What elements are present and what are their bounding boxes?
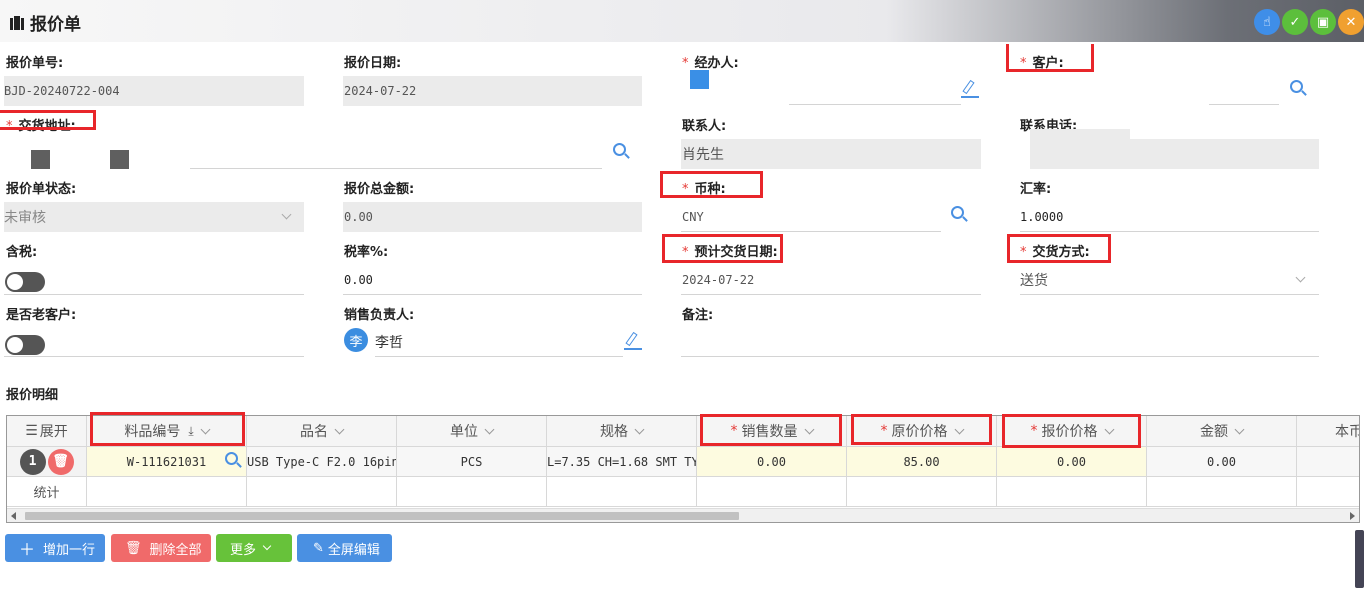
summary-cell bbox=[397, 477, 547, 507]
highlight-delivery-address bbox=[0, 110, 96, 130]
handler-avatar-block bbox=[690, 70, 709, 89]
summary-label: 统计 bbox=[7, 477, 87, 507]
highlight-expected-date bbox=[662, 234, 783, 263]
summary-cell bbox=[247, 477, 397, 507]
expected-date-input[interactable]: 2024-07-22 bbox=[681, 265, 981, 295]
horizontal-scrollbar[interactable] bbox=[7, 508, 1359, 522]
cell-qty[interactable]: 0.00 bbox=[697, 447, 847, 477]
column-header-spec[interactable]: 规格 bbox=[547, 416, 697, 447]
currency-search-icon[interactable] bbox=[951, 206, 968, 222]
row-actions: 1 🗑 bbox=[7, 447, 87, 477]
contact-field: 肖先生 bbox=[681, 139, 981, 169]
currency-input[interactable]: CNY bbox=[681, 202, 941, 232]
edit-icon: ✎ bbox=[313, 540, 324, 556]
page-title: 报价单 bbox=[10, 10, 81, 35]
summary-cell bbox=[547, 477, 697, 507]
cell-spec: L=7.35 CH=1.68 SMT TYPE bbox=[547, 447, 697, 477]
quote-no-label: 报价单号: bbox=[6, 56, 64, 71]
handler-input[interactable] bbox=[789, 75, 961, 105]
trash-icon: 🗑 bbox=[125, 540, 142, 556]
phone-field bbox=[1030, 139, 1319, 169]
summary-cell bbox=[997, 477, 1147, 507]
remark-input[interactable] bbox=[681, 327, 1319, 357]
status-label: 报价单状态: bbox=[6, 182, 77, 197]
column-header-expand[interactable]: ☰ 展开 bbox=[7, 416, 87, 447]
customer-search-icon[interactable] bbox=[1290, 80, 1307, 96]
handler-label: * 经办人: bbox=[682, 56, 739, 71]
detail-section-title: 报价明细 bbox=[6, 388, 59, 403]
scroll-left-icon[interactable] bbox=[11, 512, 16, 520]
quote-no-field: BJD-20240722-004 bbox=[4, 76, 304, 106]
salesperson-avatar: 李 bbox=[344, 328, 368, 352]
highlight-orig-price-column bbox=[851, 414, 992, 445]
tax-included-label: 含税: bbox=[6, 245, 38, 260]
close-icon[interactable]: ✕ bbox=[1338, 9, 1364, 35]
summary-cell bbox=[1297, 477, 1359, 507]
check-icon[interactable]: ✓ bbox=[1282, 9, 1308, 35]
customer-input[interactable] bbox=[1209, 75, 1279, 105]
quote-date-label: 报价日期: bbox=[344, 56, 402, 71]
salesperson-label: 销售负责人: bbox=[344, 308, 415, 323]
column-header-amount[interactable]: 金额 bbox=[1147, 416, 1297, 447]
summary-cell bbox=[847, 477, 997, 507]
cell-local-currency bbox=[1297, 447, 1359, 477]
pencil-icon[interactable] bbox=[624, 331, 642, 350]
plus-icon: ＋ bbox=[19, 540, 36, 559]
phone-redaction bbox=[1030, 129, 1130, 139]
cell-name: USB Type-C F2.0 16pin bbox=[247, 447, 397, 477]
fullscreen-edit-button[interactable]: ✎ 全屏编辑 bbox=[297, 534, 392, 562]
address-search-icon[interactable] bbox=[613, 143, 630, 159]
cell-unit: PCS bbox=[397, 447, 547, 477]
summary-cell bbox=[697, 477, 847, 507]
quote-date-field: 2024-07-22 bbox=[343, 76, 642, 106]
delete-all-button[interactable]: 🗑 删除全部 bbox=[111, 534, 211, 562]
highlight-qty-column bbox=[700, 414, 842, 446]
chevron-down-icon bbox=[262, 541, 272, 551]
more-button[interactable]: 更多 bbox=[216, 534, 292, 562]
contact-label: 联系人: bbox=[682, 119, 727, 134]
cell-item-no[interactable]: W-111621031 bbox=[87, 447, 247, 477]
status-select[interactable]: 未审核 bbox=[4, 202, 304, 232]
highlight-currency bbox=[660, 171, 763, 198]
old-customer-label: 是否老客户: bbox=[6, 308, 77, 323]
exchange-rate-label: 汇率: bbox=[1020, 182, 1052, 197]
summary-cell bbox=[1147, 477, 1297, 507]
total-amount-field: 0.00 bbox=[343, 202, 642, 232]
side-handle[interactable] bbox=[1355, 530, 1364, 588]
salesperson-input[interactable]: 李哲 bbox=[375, 327, 623, 357]
book-icon bbox=[10, 15, 24, 30]
exchange-rate-input[interactable]: 1.0000 bbox=[1020, 202, 1319, 232]
pencil-icon[interactable] bbox=[961, 79, 979, 98]
old-customer-underline bbox=[4, 327, 304, 357]
delivery-method-select[interactable]: 送货 bbox=[1020, 265, 1319, 295]
cell-amount: 0.00 bbox=[1147, 447, 1297, 477]
tax-rate-input[interactable]: 0.00 bbox=[343, 265, 642, 295]
highlight-quote-price-column bbox=[1002, 414, 1141, 448]
scroll-right-icon[interactable] bbox=[1350, 512, 1355, 520]
highlight-customer bbox=[1006, 44, 1094, 72]
pointer-icon[interactable]: ☝ bbox=[1254, 9, 1280, 35]
row-index-badge: 1 bbox=[19, 448, 46, 475]
column-header-local-currency[interactable]: 本币 bbox=[1297, 416, 1359, 447]
delete-row-icon[interactable]: 🗑 bbox=[47, 448, 74, 475]
scrollbar-thumb[interactable] bbox=[25, 512, 739, 520]
item-search-icon[interactable] bbox=[225, 452, 242, 468]
cell-orig-price[interactable]: 85.00 bbox=[847, 447, 997, 477]
highlight-item-no-column bbox=[90, 412, 245, 446]
total-amount-label: 报价总金额: bbox=[344, 182, 415, 197]
remark-label: 备注: bbox=[682, 308, 714, 323]
address-block-2 bbox=[110, 150, 129, 169]
tax-included-underline bbox=[4, 265, 304, 295]
delivery-address-input[interactable] bbox=[190, 139, 602, 169]
title-bar: 报价单 ☝ ✓ ▣ ✕ bbox=[0, 0, 1364, 42]
column-header-unit[interactable]: 单位 bbox=[397, 416, 547, 447]
highlight-delivery-method bbox=[1007, 234, 1111, 263]
clipboard-icon[interactable]: ▣ bbox=[1310, 9, 1336, 35]
column-header-name[interactable]: 品名 bbox=[247, 416, 397, 447]
add-row-button[interactable]: ＋增加一行 bbox=[5, 534, 105, 562]
summary-cell bbox=[87, 477, 247, 507]
tax-rate-label: 税率%: bbox=[344, 245, 389, 260]
address-block-1 bbox=[31, 150, 50, 169]
cell-quote-price[interactable]: 0.00 bbox=[997, 447, 1147, 477]
